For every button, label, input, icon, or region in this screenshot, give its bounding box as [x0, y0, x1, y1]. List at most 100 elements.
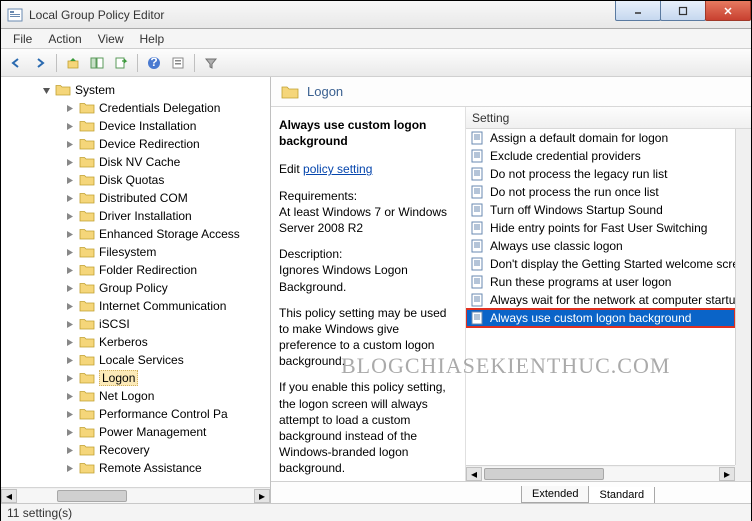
expand-icon[interactable] [65, 445, 76, 456]
tree-label: Internet Communication [99, 299, 226, 313]
expand-icon[interactable] [65, 247, 76, 258]
edit-policy-link[interactable]: policy setting [303, 162, 372, 176]
menu-help[interactable]: Help [132, 30, 173, 48]
tree-item-remote-assistance[interactable]: Remote Assistance [1, 459, 270, 477]
minimize-button[interactable] [615, 1, 661, 21]
svg-text:?: ? [150, 56, 157, 69]
expand-icon[interactable] [65, 463, 76, 474]
expand-icon[interactable] [65, 355, 76, 366]
tree-item-recovery[interactable]: Recovery [1, 441, 270, 459]
scroll-right-icon[interactable]: ▸ [254, 489, 270, 503]
policy-icon [470, 185, 486, 199]
close-button[interactable] [705, 1, 751, 21]
menu-file[interactable]: File [5, 30, 40, 48]
tree-item-disk-nv-cache[interactable]: Disk NV Cache [1, 153, 270, 171]
tree-item-kerberos[interactable]: Kerberos [1, 333, 270, 351]
tree-item-enhanced-storage-access[interactable]: Enhanced Storage Access [1, 225, 270, 243]
tree-item-group-policy[interactable]: Group Policy [1, 279, 270, 297]
tree-label: Locale Services [99, 353, 184, 367]
folder-icon [79, 335, 95, 349]
collapse-icon[interactable] [41, 85, 52, 96]
setting-row[interactable]: Exclude credential providers [466, 147, 735, 165]
setting-row[interactable]: Do not process the run once list [466, 183, 735, 201]
tree-item-folder-redirection[interactable]: Folder Redirection [1, 261, 270, 279]
requirements-label: Requirements: [279, 189, 357, 203]
expand-icon[interactable] [65, 265, 76, 276]
setting-row[interactable]: Always wait for the network at computer … [466, 291, 735, 309]
tree-item-device-installation[interactable]: Device Installation [1, 117, 270, 135]
setting-row[interactable]: Do not process the legacy run list [466, 165, 735, 183]
forward-button[interactable] [29, 52, 51, 74]
folder-icon [79, 227, 95, 241]
tree-item-system[interactable]: System [1, 81, 270, 99]
tab-standard[interactable]: Standard [588, 487, 655, 503]
tree-item-locale-services[interactable]: Locale Services [1, 351, 270, 369]
expand-icon[interactable] [65, 427, 76, 438]
help-button[interactable]: ? [143, 52, 165, 74]
properties-button[interactable] [167, 52, 189, 74]
expand-icon[interactable] [65, 301, 76, 312]
setting-label: Hide entry points for Fast User Switchin… [490, 221, 707, 235]
back-button[interactable] [5, 52, 27, 74]
setting-row[interactable]: Always use classic logon [466, 237, 735, 255]
tree-item-net-logon[interactable]: Net Logon [1, 387, 270, 405]
menu-view[interactable]: View [90, 30, 132, 48]
tree-item-credentials-delegation[interactable]: Credentials Delegation [1, 99, 270, 117]
tree-item-internet-communication[interactable]: Internet Communication [1, 297, 270, 315]
policy-icon [470, 257, 486, 271]
tree-item-driver-installation[interactable]: Driver Installation [1, 207, 270, 225]
tree-item-performance-control-pa[interactable]: Performance Control Pa [1, 405, 270, 423]
expand-icon[interactable] [65, 391, 76, 402]
tree-item-device-redirection[interactable]: Device Redirection [1, 135, 270, 153]
menu-action[interactable]: Action [40, 30, 89, 48]
expand-icon[interactable] [65, 103, 76, 114]
scroll-left-icon[interactable]: ◂ [1, 489, 17, 503]
expand-icon[interactable] [65, 337, 76, 348]
policy-icon [470, 167, 486, 181]
setting-row[interactable]: Don't display the Getting Started welcom… [466, 255, 735, 273]
expand-icon[interactable] [65, 409, 76, 420]
tree-hscrollbar[interactable]: ◂ ▸ [1, 487, 270, 503]
tab-extended[interactable]: Extended [521, 486, 589, 503]
setting-row[interactable]: Turn off Windows Startup Sound [466, 201, 735, 219]
export-button[interactable] [110, 52, 132, 74]
policy-name: Always use custom logon background [279, 117, 457, 149]
expand-icon[interactable] [65, 193, 76, 204]
folder-icon [79, 245, 95, 259]
expand-icon[interactable] [65, 211, 76, 222]
tree-item-filesystem[interactable]: Filesystem [1, 243, 270, 261]
settings-list: Setting Assign a default domain for logo… [466, 107, 751, 481]
scroll-left-icon[interactable]: ◂ [466, 467, 482, 481]
expand-icon[interactable] [65, 319, 76, 330]
setting-row[interactable]: Hide entry points for Fast User Switchin… [466, 219, 735, 237]
expand-icon[interactable] [65, 283, 76, 294]
folder-icon [79, 407, 95, 421]
list-hscrollbar[interactable]: ◂ ▸ [466, 465, 735, 481]
column-header-setting[interactable]: Setting [466, 107, 751, 129]
expand-icon[interactable] [65, 175, 76, 186]
expand-icon[interactable] [65, 139, 76, 150]
setting-row[interactable]: Run these programs at user logon [466, 273, 735, 291]
tree-label: Logon [99, 370, 138, 386]
filter-button[interactable] [200, 52, 222, 74]
show-hide-tree-button[interactable] [86, 52, 108, 74]
setting-label: Turn off Windows Startup Sound [490, 203, 663, 217]
tree-item-distributed-com[interactable]: Distributed COM [1, 189, 270, 207]
expand-icon[interactable] [65, 121, 76, 132]
policy-icon [470, 131, 486, 145]
tree-item-power-management[interactable]: Power Management [1, 423, 270, 441]
maximize-button[interactable] [660, 1, 706, 21]
expand-icon[interactable] [65, 373, 76, 384]
tree-item-logon[interactable]: Logon [1, 369, 270, 387]
folder-icon [79, 461, 95, 475]
scroll-right-icon[interactable]: ▸ [719, 467, 735, 481]
tree-item-disk-quotas[interactable]: Disk Quotas [1, 171, 270, 189]
list-vscrollbar[interactable] [735, 129, 751, 465]
up-button[interactable] [62, 52, 84, 74]
setting-row[interactable]: Assign a default domain for logon [466, 129, 735, 147]
expand-icon[interactable] [65, 157, 76, 168]
expand-icon[interactable] [65, 229, 76, 240]
setting-row[interactable]: Always use custom logon background [466, 309, 735, 327]
tree-item-iscsi[interactable]: iSCSI [1, 315, 270, 333]
folder-icon [281, 84, 299, 100]
